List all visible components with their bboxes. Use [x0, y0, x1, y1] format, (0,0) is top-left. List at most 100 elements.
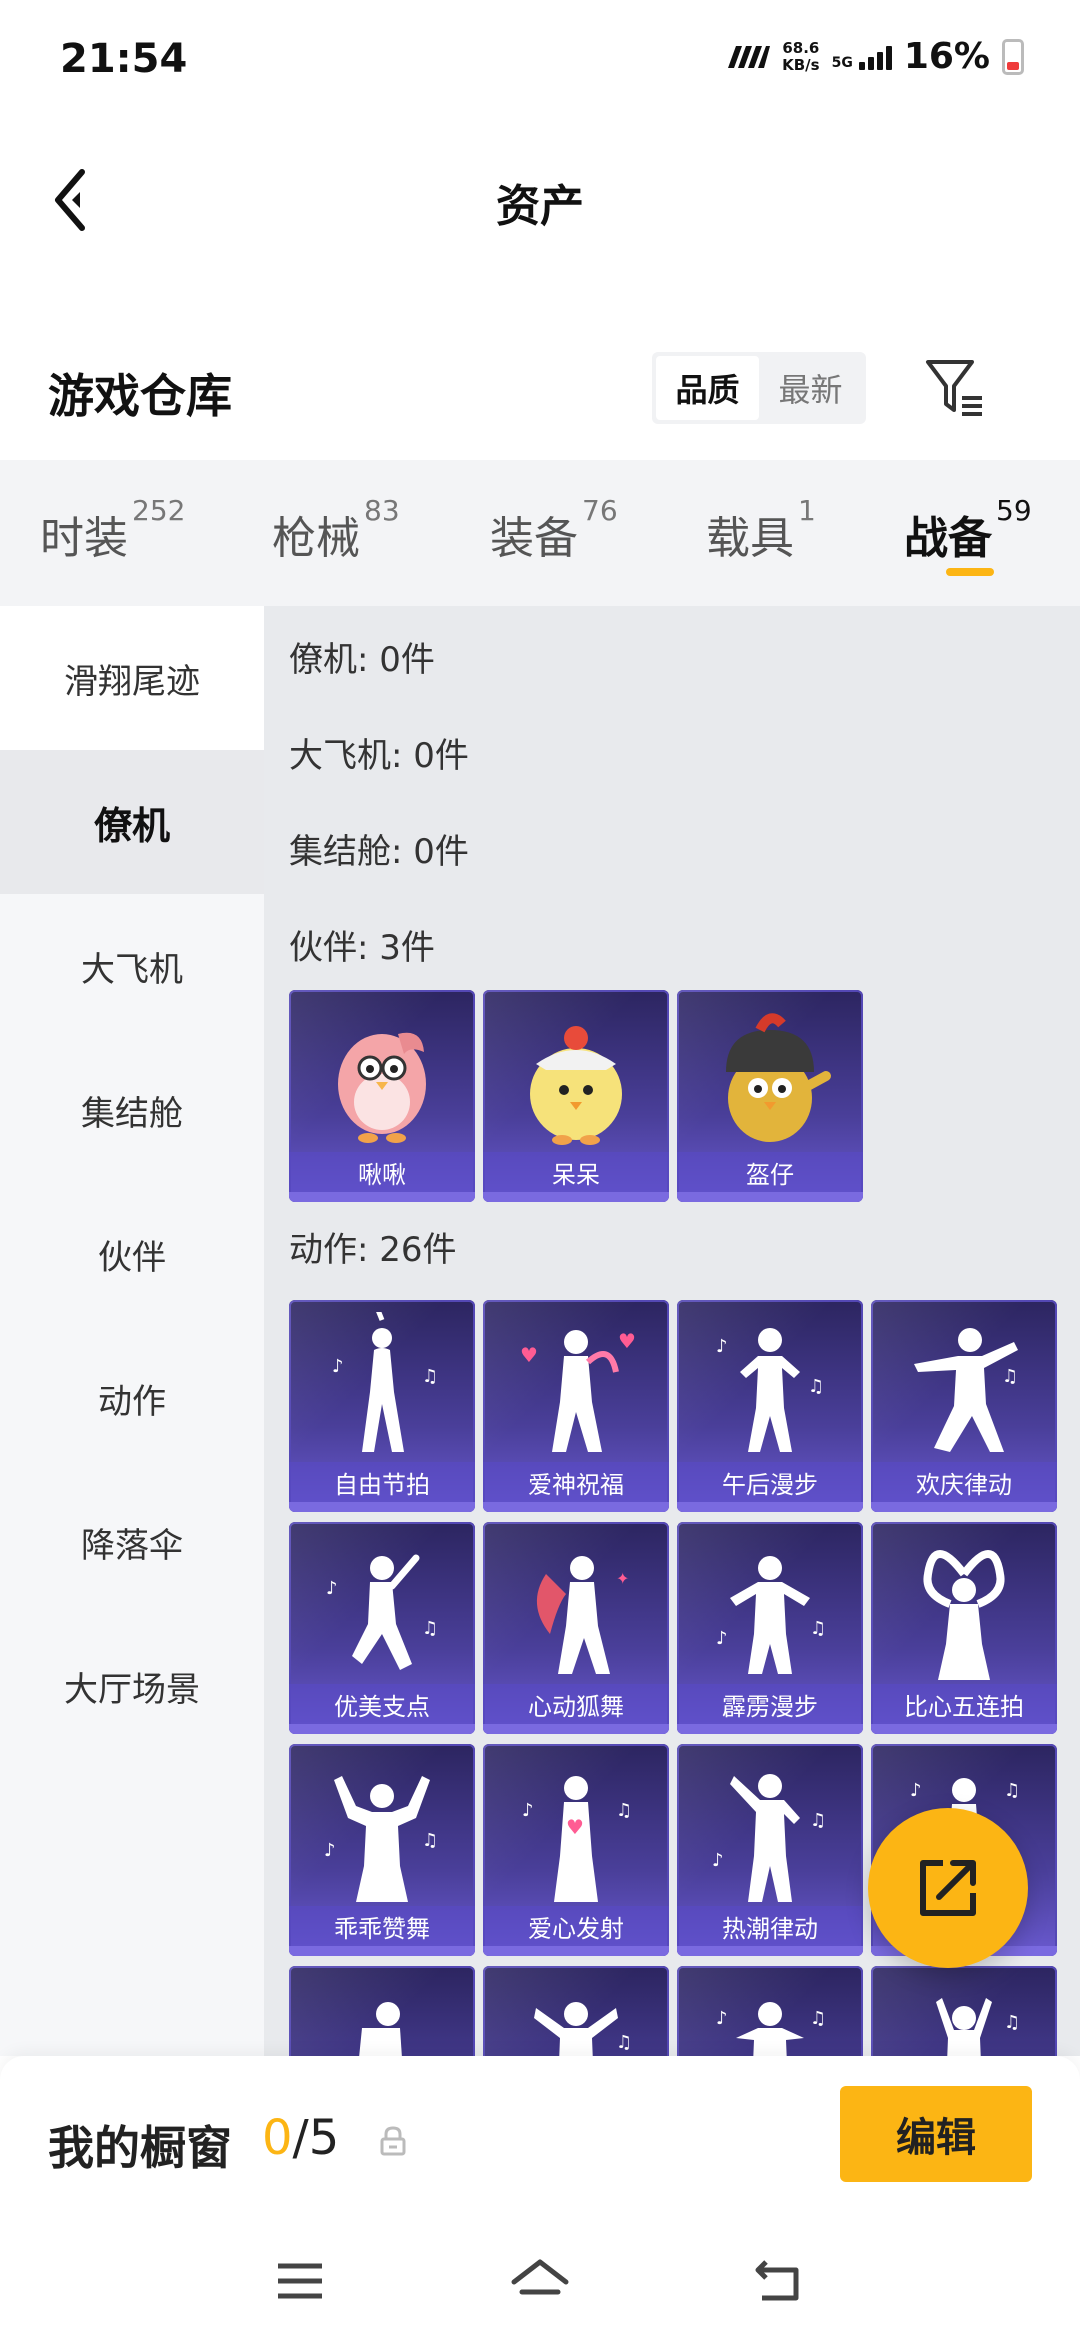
svg-text:♥: ♥	[618, 1329, 636, 1353]
tab-label: 时装	[40, 513, 128, 564]
partner-card[interactable]: 啾啾	[289, 990, 475, 1202]
emote-card[interactable]: ♥ ♥ 爱神祝福	[483, 1300, 669, 1512]
sidebar-item-glide-trail[interactable]: 滑翔尾迹	[0, 606, 264, 750]
svg-text:♪: ♪	[716, 1628, 728, 1649]
card-label: 心动狐舞	[483, 1684, 669, 1724]
svg-text:♫: ♫	[422, 1366, 438, 1387]
tab-fashion[interactable]: 时装 252	[40, 494, 185, 566]
emote-card[interactable]: ♫	[483, 1966, 669, 2056]
emote-card[interactable]: ♪ ♫ 优美支点	[289, 1522, 475, 1734]
sort-option-newest[interactable]: 最新	[759, 356, 862, 420]
network-type: 5G	[831, 54, 853, 71]
emote-card[interactable]: 比心五连拍	[871, 1522, 1057, 1734]
sidebar-item-emote[interactable]: 动作	[0, 1326, 264, 1470]
tab-vehicles[interactable]: 载具 1	[706, 494, 816, 566]
sort-option-quality[interactable]: 品质	[656, 356, 759, 420]
partner-card[interactable]: 呆呆	[483, 990, 669, 1202]
home-icon[interactable]	[510, 2256, 570, 2306]
share-external-icon	[920, 1860, 976, 1916]
signal: 5G	[832, 44, 892, 70]
celebrate-pose-icon: ♫	[914, 1328, 1018, 1452]
menu-icon[interactable]	[270, 2256, 330, 2306]
battery-percent: 16%	[903, 36, 990, 77]
tab-label: 战备	[904, 513, 992, 564]
emote-card[interactable]: ♫ ♪ 乖乖赞舞	[289, 1744, 475, 1956]
svg-text:♫: ♫	[422, 1618, 438, 1639]
card-label: 爱心发射	[483, 1906, 669, 1946]
card-label: 优美支点	[289, 1684, 475, 1724]
speed-unit: KB/s	[782, 55, 820, 74]
yellow-chick-icon	[530, 1026, 622, 1145]
filter-icon	[926, 360, 982, 416]
emote-card[interactable]: ♪ ♫ 热潮律动	[677, 1744, 863, 1956]
showcase-count: 0/5	[262, 2110, 339, 2166]
svg-text:♫: ♫	[616, 1800, 632, 1821]
active-tab-indicator	[946, 568, 994, 576]
card-label: 热潮律动	[677, 1906, 863, 1946]
svg-text:✦: ✦	[616, 1569, 629, 1588]
system-back-icon[interactable]	[750, 2256, 810, 2306]
svg-text:♫: ♫	[422, 1830, 438, 1851]
sidebar-item-plane[interactable]: 大飞机	[0, 894, 264, 1038]
cute-dance-pose-icon: ♫♪	[324, 1776, 438, 1902]
network-activity-icon	[728, 45, 771, 68]
partner-card[interactable]: 盔仔	[677, 990, 863, 1202]
card-label: 比心五连拍	[871, 1684, 1057, 1724]
emote-card[interactable]	[289, 1966, 475, 2056]
emote-card[interactable]: ♫	[871, 1966, 1057, 2056]
emote-card[interactable]: ♪ ♫ 霹雳漫步	[677, 1522, 863, 1734]
showcase-bar: 我的橱窗 0/5 编辑	[0, 2056, 1080, 2216]
svg-text:♥: ♥	[520, 1343, 538, 1367]
svg-text:♪: ♪	[716, 1336, 728, 1357]
sort-toggle: 品质 最新	[652, 352, 866, 424]
emote-card[interactable]: ♪ ♫ 自由节拍	[289, 1300, 475, 1512]
emote-card[interactable]: ♪ ♫	[677, 1966, 863, 2056]
cupid-pose-icon: ♥♥	[520, 1329, 636, 1452]
tab-weapons[interactable]: 枪械 83	[272, 494, 400, 566]
card-label: 欢庆律动	[871, 1462, 1057, 1502]
warehouse-title: 游戏仓库	[48, 369, 232, 423]
sidebar-item-partner[interactable]: 伙伴	[0, 1182, 264, 1326]
signal-bars-icon	[858, 44, 892, 70]
sidebar-item-lobby-scene[interactable]: 大厅场景	[0, 1614, 264, 1758]
dance-pose-icon: ♫	[936, 1998, 1020, 2056]
emote-card[interactable]: ✦ 心动狐舞	[483, 1522, 669, 1734]
emote-card[interactable]: ♪ ♫ 午后漫步	[677, 1300, 863, 1512]
pivot-pose-icon: ♪♫	[326, 1554, 438, 1670]
svg-text:♪: ♪	[332, 1356, 344, 1377]
sidebar-item-wingman[interactable]: 僚机	[0, 750, 264, 894]
pink-bird-icon	[338, 1032, 426, 1143]
tab-label: 枪械	[272, 513, 360, 564]
tab-label: 载具	[706, 513, 794, 564]
section-label-plane: 大飞机: 0件	[289, 736, 469, 776]
svg-text:♪: ♪	[910, 1780, 922, 1801]
dance-pose-icon: ♪ ♫	[332, 1312, 438, 1452]
sidebar-item-parachute[interactable]: 降落伞	[0, 1470, 264, 1614]
emote-card[interactable]: ♥ ♪ ♫ 爱心发射	[483, 1744, 669, 1956]
edit-button[interactable]: 编辑	[840, 2086, 1032, 2182]
filter-button[interactable]	[922, 354, 988, 420]
svg-text:♫: ♫	[810, 1618, 826, 1639]
category-tabs: 时装 252 枪械 83 装备 76 载具 1 战备 59	[0, 460, 1080, 606]
tab-equipment[interactable]: 装备 76	[490, 494, 618, 566]
svg-text:♪: ♪	[522, 1800, 534, 1821]
card-label: 午后漫步	[677, 1462, 863, 1502]
tab-battle-prep[interactable]: 战备 59	[904, 494, 1032, 566]
svg-text:♪: ♪	[712, 1850, 724, 1871]
card-label: 盔仔	[677, 1152, 863, 1192]
lock-icon	[380, 2126, 406, 2156]
svg-text:♫: ♫	[616, 2032, 632, 2053]
tab-count: 76	[582, 494, 618, 527]
card-label: 呆呆	[483, 1152, 669, 1192]
dance-pose-icon	[359, 2002, 402, 2056]
card-label: 霹雳漫步	[677, 1684, 863, 1724]
stroll-pose-icon: ♪♫	[716, 1328, 824, 1452]
heart-hands-pose-icon	[923, 1550, 1005, 1680]
emote-card[interactable]: ♫ 欢庆律动	[871, 1300, 1057, 1512]
svg-text:♫: ♫	[810, 1810, 826, 1831]
showcase-total: /5	[292, 2110, 340, 2166]
sidebar-item-pod[interactable]: 集结舱	[0, 1038, 264, 1182]
card-label: 自由节拍	[289, 1462, 475, 1502]
share-button[interactable]	[868, 1808, 1028, 1968]
dance-pose-icon: ♫	[534, 2002, 632, 2056]
